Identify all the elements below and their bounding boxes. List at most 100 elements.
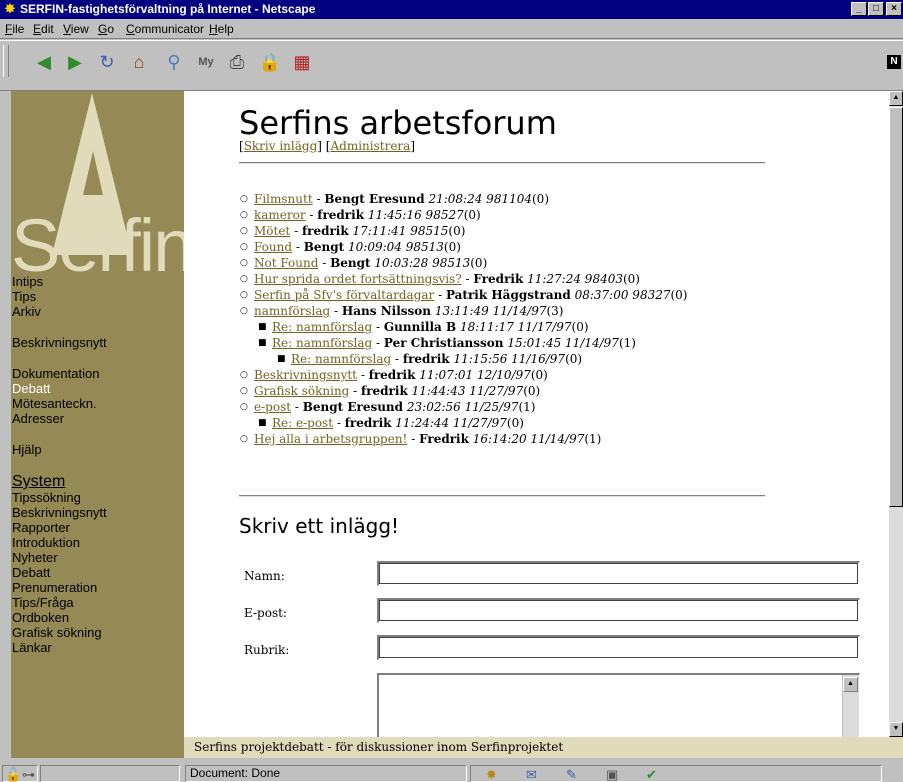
textarea-scroll-up-icon[interactable]: ▲ (843, 677, 858, 692)
close-button[interactable]: × (886, 2, 902, 16)
menu-file[interactable]: File (5, 22, 24, 36)
logo-a-hole (83, 151, 103, 195)
subject-field[interactable] (377, 635, 860, 660)
menu-view-key: V (63, 22, 71, 36)
stop-icon[interactable]: ▦ (290, 51, 314, 73)
component-bar: ✸ ✉ ✎ ▣ ✔ (470, 765, 882, 782)
sidebar-item-beskrivningsnytt[interactable]: Beskrivningsnytt (11, 505, 184, 520)
separator: - (372, 336, 384, 350)
composer-icon[interactable]: ▣ (606, 768, 618, 782)
menu-help[interactable]: Help (209, 22, 234, 36)
toolbar-grip[interactable] (3, 45, 9, 77)
thread-subject-link[interactable]: Grafisk sökning (254, 384, 349, 398)
thread-item: ○ namnförslag - Hans Nilsson 13:11:49 11/… (240, 303, 687, 319)
bullet-icon: ○ (240, 402, 248, 412)
back-icon[interactable]: ◀ (32, 51, 56, 73)
thread-subject-link[interactable]: Not Found (254, 256, 318, 270)
thread-subject-link[interactable]: Mötet (254, 224, 290, 238)
forward-icon[interactable]: ▶ (63, 51, 87, 73)
menu-go[interactable]: Go (98, 22, 114, 36)
administer-link[interactable]: Administrera (330, 139, 410, 153)
menu-edit-key: E (33, 22, 42, 36)
scroll-thumb[interactable] (889, 107, 903, 507)
thread-subject-link[interactable]: Re: namnförslag (291, 352, 391, 366)
print-icon[interactable]: ⎙ (225, 51, 249, 73)
netscape-icon[interactable]: ✸ (486, 768, 497, 782)
sidebar: Serfin Intips Tips Arkiv Beskrivningsnytt Do… (11, 91, 194, 737)
sidebar-item-tips-fråga[interactable]: Tips/Fråga (11, 595, 184, 610)
reload-icon[interactable]: ↻ (95, 51, 119, 73)
bookmark-icon[interactable]: ✔ (646, 768, 657, 782)
email-field[interactable] (377, 598, 860, 623)
sidebar-item-nyheter[interactable]: Nyheter (11, 550, 184, 565)
thread-item: ○ Filmsnutt - Bengt Eresund 21:08:24 9811… (240, 191, 687, 207)
security-status[interactable]: 🔓 ⊶ (2, 765, 38, 782)
thread-subject-link[interactable]: Hej alla i arbetsgruppen! (254, 432, 407, 446)
thread-author: Per Christiansson (383, 336, 504, 350)
sidebar-item-intips[interactable]: Intips (11, 274, 184, 289)
padlock-icon[interactable]: 🔓 (5, 768, 21, 782)
sidebar-item-prenumeration[interactable]: Prenumeration (11, 580, 184, 595)
sidebar-item-debatt[interactable]: Debatt (11, 381, 184, 396)
thread-date: 23:02:56 11/25/97 (406, 400, 519, 414)
thread-author: Fredrik (419, 432, 469, 446)
bullet-icon: ○ (240, 370, 248, 380)
thread-subject-link[interactable]: kameror (254, 208, 306, 222)
sidebar-item-beskrivningsnytt[interactable]: Beskrivningsnytt (11, 335, 184, 350)
thread-subject-link[interactable]: Beskrivningsnytt (254, 368, 357, 382)
thread-subject-link[interactable]: Serfin på Sfv's förvaltardagar (254, 288, 434, 302)
thread-subject-link[interactable]: Re: namnförslag (272, 336, 372, 350)
sidebar-item-mötesanteckn-[interactable]: Mötesanteckn. (11, 396, 184, 411)
thread-subject-link[interactable]: Re: e-post (272, 416, 333, 430)
sidebar-item-grafisk-sökning[interactable]: Grafisk sökning (11, 625, 184, 640)
sidebar-item-tipssökning[interactable]: Tipssökning (11, 490, 184, 505)
menu-communicator[interactable]: Communicator (126, 22, 204, 36)
sidebar-item-introduktion[interactable]: Introduktion (11, 535, 184, 550)
thread-subject-link[interactable]: Filmsnutt (254, 192, 313, 206)
sidebar-item-arkiv[interactable]: Arkiv (11, 304, 184, 319)
page-scrollbar[interactable]: ▲ ▼ (889, 91, 903, 737)
menu-communicator-rest: ommunicator (134, 22, 205, 36)
sidebar-item-debatt[interactable]: Debatt (11, 565, 184, 580)
maximize-button[interactable]: □ (868, 2, 884, 16)
security-icon[interactable]: 🔒 (258, 51, 282, 73)
netscape-star-icon[interactable]: ✸ (3, 2, 17, 16)
menu-edit[interactable]: Edit (33, 22, 54, 36)
mail-icon[interactable]: ✉ (526, 768, 537, 782)
name-field[interactable] (377, 561, 860, 586)
separator: - (391, 352, 403, 366)
thread-author: Gunnilla B (383, 320, 457, 334)
thread-reply-count: (0) (443, 240, 461, 254)
guide-icon[interactable]: My (194, 51, 218, 73)
thread-author: Bengt (303, 240, 345, 254)
thread-subject-link[interactable]: Hur sprida ordet fortsättningsvis? (254, 272, 462, 286)
sidebar-item-tips[interactable]: Tips (11, 289, 184, 304)
search-icon[interactable]: ⚲ (162, 51, 186, 73)
write-post-link[interactable]: Skriv inlägg (244, 139, 318, 153)
scroll-up-icon[interactable]: ▲ (889, 91, 903, 106)
sidebar-item-ordboken[interactable]: Ordboken (11, 610, 184, 625)
netscape-logo-icon[interactable]: N (887, 55, 901, 69)
separator: - (312, 192, 325, 206)
thread-item: ○ e-post - Bengt Eresund 23:02:56 11/25/9… (240, 399, 687, 415)
sidebar-item-hjälp[interactable]: Hjälp (11, 442, 184, 457)
thread-subject-link[interactable]: Found (254, 240, 292, 254)
thread-subject-link[interactable]: e-post (254, 400, 291, 414)
menu-communicator-key: C (126, 22, 135, 36)
home-icon[interactable]: ⌂ (127, 51, 151, 73)
sidebar-item-dokumentation[interactable]: Dokumentation (11, 366, 184, 381)
sidebar-item-rapporter[interactable]: Rapporter (11, 520, 184, 535)
thread-date: 13:11:49 11/14/97 (434, 304, 547, 318)
thread-subject-link[interactable]: namnförslag (254, 304, 330, 318)
sidebar-item-länkar[interactable]: Länkar (11, 640, 184, 655)
sidebar-nav: Intips Tips Arkiv Beskrivningsnytt Dokumenta… (11, 274, 184, 655)
sidebar-item-system[interactable]: System (11, 473, 184, 490)
minimize-button[interactable]: _ (851, 2, 867, 16)
scroll-down-icon[interactable]: ▼ (889, 722, 903, 737)
discussion-icon[interactable]: ✎ (566, 768, 577, 782)
textarea-scrollbar[interactable]: ▲ (842, 675, 859, 737)
sidebar-item-adresser[interactable]: Adresser (11, 411, 184, 426)
menu-view[interactable]: View (63, 22, 89, 36)
thread-subject-link[interactable]: Re: namnförslag (272, 320, 372, 334)
message-textarea[interactable]: ▲ (377, 673, 860, 737)
